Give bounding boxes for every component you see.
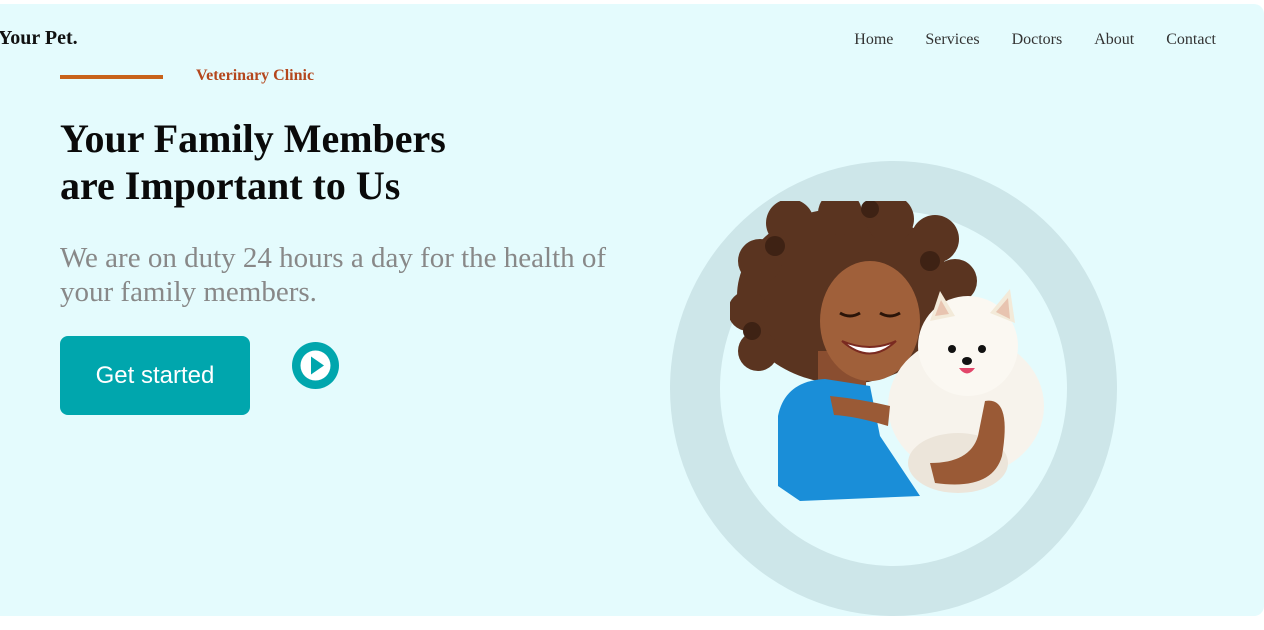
play-icon (300, 350, 331, 381)
hero-headline-line-1: Your Family Members (60, 116, 446, 161)
nav-item-home[interactable]: Home (854, 31, 893, 49)
play-video-button[interactable] (292, 342, 339, 389)
get-started-button[interactable]: Get started (60, 336, 250, 415)
hero-headline-line-2: are Important to Us (60, 163, 401, 208)
hero-section: Your Pet. Home Services Doctors About Co… (0, 4, 1264, 616)
main-nav: Home Services Doctors About Contact (854, 31, 1216, 49)
nav-item-services[interactable]: Services (925, 31, 979, 49)
nav-item-contact[interactable]: Contact (1166, 31, 1216, 49)
accent-divider (60, 75, 163, 79)
nav-item-about[interactable]: About (1094, 31, 1134, 49)
woman-hugging-dog-photo (730, 201, 1044, 501)
hero-headline: Your Family Members are Important to Us (60, 115, 620, 209)
hero-subtext: We are on duty 24 hours a day for the he… (60, 242, 607, 308)
hero-eyebrow: Veterinary Clinic (196, 67, 315, 84)
page: Your Pet. Home Services Doctors About Co… (0, 0, 1264, 630)
brand-logo[interactable]: Your Pet. (0, 27, 78, 50)
nav-item-doctors[interactable]: Doctors (1012, 31, 1063, 49)
